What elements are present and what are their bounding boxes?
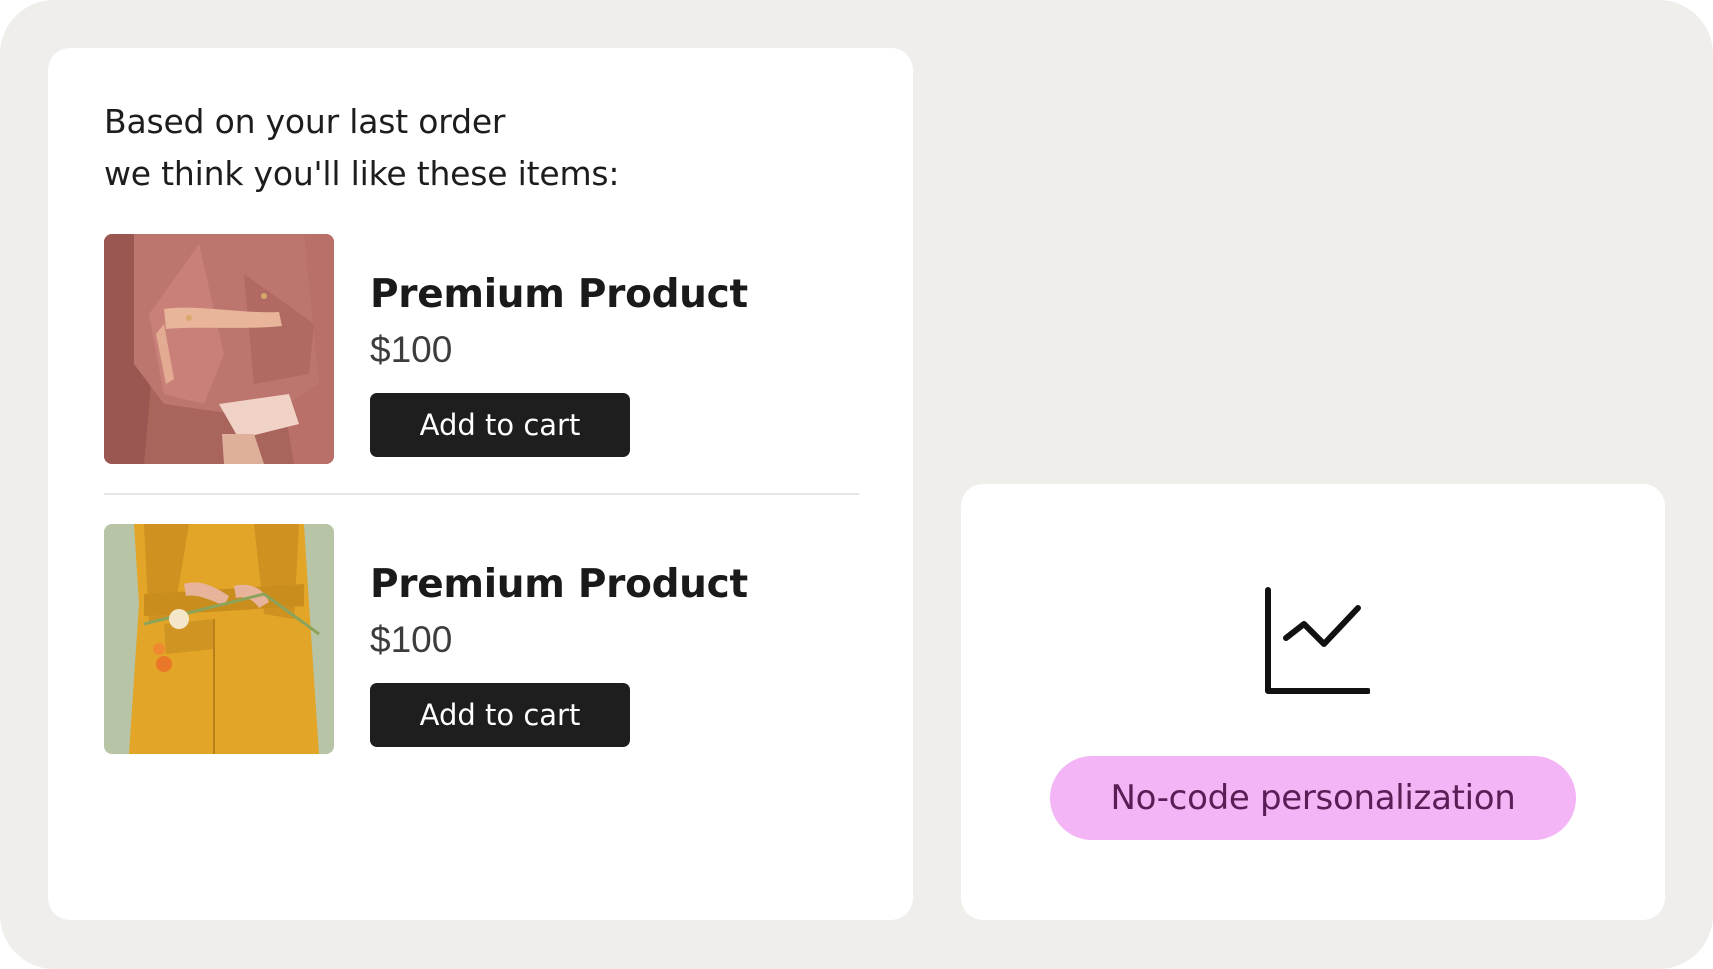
feature-card: No-code personalization	[961, 484, 1665, 920]
canvas-background: Based on your last order we think you'll…	[0, 0, 1713, 969]
recommendations-card: Based on your last order we think you'll…	[48, 48, 913, 920]
product-item: Premium Product $100 Add to cart	[104, 234, 864, 464]
add-to-cart-button[interactable]: Add to cart	[370, 393, 630, 457]
product-image-mauve-blazer[interactable]	[104, 234, 334, 464]
add-to-cart-button[interactable]: Add to cart	[370, 683, 630, 747]
line-chart-icon	[1265, 587, 1370, 694]
product-name[interactable]: Premium Product	[370, 272, 748, 317]
product-name[interactable]: Premium Product	[370, 562, 748, 607]
product-item: Premium Product $100 Add to cart	[104, 524, 864, 754]
product-price: $100	[370, 619, 453, 660]
product-price: $100	[370, 329, 453, 370]
no-code-personalization-badge: No-code personalization	[1050, 756, 1576, 840]
heading-line-1: Based on your last order	[104, 102, 506, 141]
recommendations-heading: Based on your last order we think you'll…	[104, 96, 620, 200]
divider	[104, 493, 859, 495]
heading-line-2: we think you'll like these items:	[104, 154, 620, 193]
product-image-mustard-coat[interactable]	[104, 524, 334, 754]
